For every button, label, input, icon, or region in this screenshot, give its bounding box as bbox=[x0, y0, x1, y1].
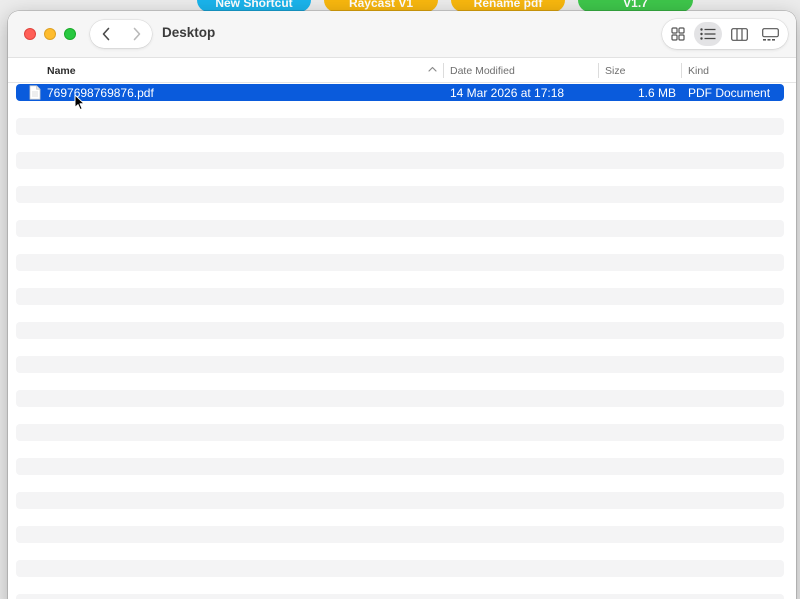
file-kind: PDF Document bbox=[688, 86, 771, 100]
column-view-icon bbox=[730, 27, 748, 41]
minimize-window-button[interactable] bbox=[44, 28, 56, 40]
window-toolbar: Desktop bbox=[8, 11, 796, 57]
empty-row bbox=[16, 186, 784, 203]
empty-row bbox=[16, 492, 784, 509]
window-title: Desktop bbox=[162, 25, 216, 40]
empty-row bbox=[16, 509, 784, 526]
column-header-size[interactable]: Size bbox=[605, 65, 625, 77]
list-view-icon bbox=[700, 28, 716, 40]
empty-row bbox=[16, 424, 784, 441]
zoom-window-button[interactable] bbox=[64, 28, 76, 40]
empty-row bbox=[16, 101, 784, 118]
empty-row bbox=[16, 237, 784, 254]
close-window-button[interactable] bbox=[24, 28, 36, 40]
empty-row bbox=[16, 271, 784, 288]
chevron-left-icon bbox=[102, 27, 109, 41]
empty-row bbox=[16, 373, 784, 390]
empty-row bbox=[16, 339, 784, 356]
empty-row bbox=[16, 322, 784, 339]
navigation-buttons bbox=[90, 20, 152, 48]
empty-row bbox=[16, 356, 784, 373]
mouse-pointer-icon bbox=[74, 94, 85, 111]
back-button[interactable] bbox=[90, 20, 121, 48]
column-header-date-modified[interactable]: Date Modified bbox=[450, 65, 515, 77]
file-size: 1.6 MB bbox=[637, 86, 676, 100]
empty-row bbox=[16, 577, 784, 594]
empty-row bbox=[16, 560, 784, 577]
empty-row bbox=[16, 305, 784, 322]
empty-row bbox=[16, 118, 784, 135]
gallery-view-icon bbox=[761, 27, 779, 41]
column-divider[interactable] bbox=[443, 63, 444, 78]
empty-row bbox=[16, 543, 784, 560]
column-view-button[interactable] bbox=[725, 22, 753, 46]
file-row[interactable]: 7697698769876.pdf 14 Mar 2026 at 17:18 1… bbox=[16, 84, 784, 101]
empty-row bbox=[16, 288, 784, 305]
empty-row bbox=[16, 475, 784, 492]
gallery-view-button[interactable] bbox=[756, 22, 784, 46]
column-divider[interactable] bbox=[681, 63, 682, 78]
file-name: 7697698769876.pdf bbox=[47, 86, 154, 100]
empty-row bbox=[16, 203, 784, 220]
sort-ascending-icon bbox=[428, 66, 437, 72]
file-date-modified: 14 Mar 2026 at 17:18 bbox=[450, 86, 565, 100]
chevron-right-icon bbox=[133, 27, 140, 41]
empty-row bbox=[16, 594, 784, 599]
empty-row bbox=[16, 220, 784, 237]
empty-row bbox=[16, 407, 784, 424]
empty-row bbox=[16, 254, 784, 271]
empty-row bbox=[16, 135, 784, 152]
column-header: Name Date Modified Size Kind bbox=[8, 57, 796, 83]
file-list: 7697698769876.pdf 14 Mar 2026 at 17:18 1… bbox=[16, 84, 784, 599]
empty-row bbox=[16, 526, 784, 543]
column-divider[interactable] bbox=[598, 63, 599, 78]
empty-row bbox=[16, 441, 784, 458]
icon-view-button[interactable] bbox=[664, 22, 692, 46]
list-view-button[interactable] bbox=[694, 22, 722, 46]
empty-row bbox=[16, 169, 784, 186]
empty-row bbox=[16, 458, 784, 475]
icon-view-icon bbox=[671, 27, 685, 41]
forward-button[interactable] bbox=[121, 20, 152, 48]
view-mode-selector bbox=[662, 19, 788, 49]
pdf-file-icon bbox=[29, 85, 41, 100]
empty-row bbox=[16, 390, 784, 407]
column-header-kind[interactable]: Kind bbox=[688, 65, 709, 77]
empty-row bbox=[16, 152, 784, 169]
finder-window: Desktop Name Date Modified Size Kind 769… bbox=[8, 11, 796, 599]
column-header-name[interactable]: Name bbox=[47, 65, 76, 77]
